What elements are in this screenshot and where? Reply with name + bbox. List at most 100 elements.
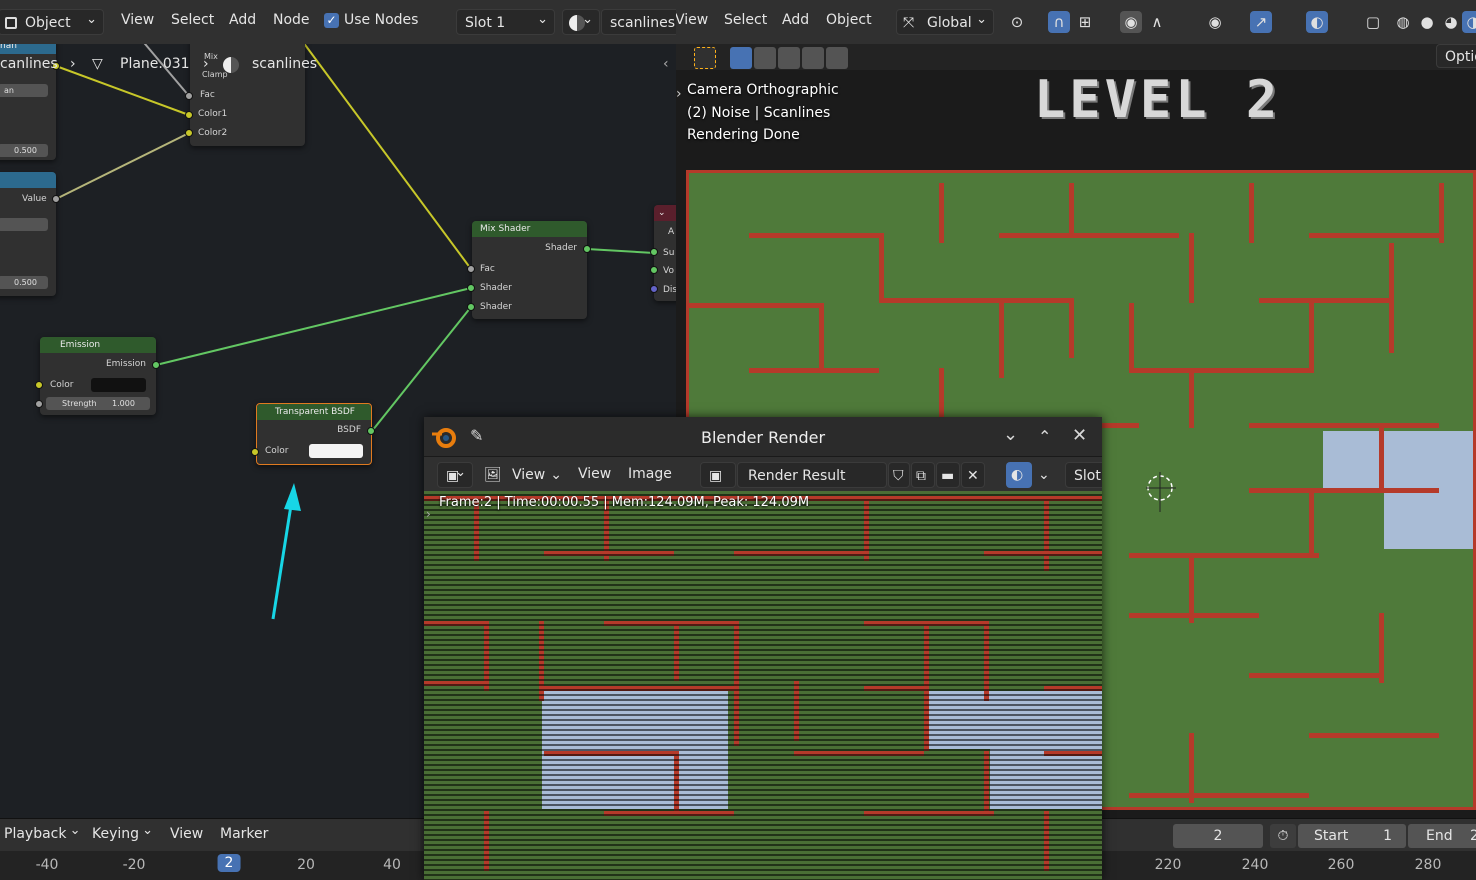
emission-node[interactable]: Emission Emission Color Strength 1.000 (40, 337, 156, 415)
minimize-icon[interactable]: ⌄ (1003, 424, 1018, 445)
select-mode-new-icon[interactable] (730, 47, 752, 69)
menu-add[interactable]: Add (782, 12, 809, 28)
proportional-edit-icon[interactable]: ◉ (1120, 11, 1142, 33)
duplicate-icon[interactable]: ⧉ (911, 462, 935, 488)
blender-render-window[interactable]: ✎ Blender Render ⌄ ⌃ ✕ ▣ 🖼 View⌄ View Im… (424, 417, 1102, 880)
start-frame-field[interactable]: Start 1 (1298, 824, 1406, 848)
image-browse-button[interactable]: ▣ (700, 462, 736, 488)
socket[interactable] (185, 111, 193, 119)
chevron-down-icon[interactable]: ⌄ (1034, 462, 1054, 488)
socket[interactable] (650, 285, 658, 293)
3d-cursor-icon[interactable] (1146, 472, 1176, 512)
pin-icon[interactable]: ✎ (470, 426, 483, 445)
menu-view[interactable]: View (170, 826, 203, 842)
maze-wall (1389, 243, 1394, 353)
use-nodes-toggle[interactable]: ✓ Use Nodes (324, 12, 418, 28)
falloff-icon[interactable]: ∧ (1146, 11, 1168, 33)
menu-keying[interactable]: Keying (92, 823, 159, 842)
maze-wall (1309, 493, 1314, 553)
gizmo-icon[interactable]: ↗ (1250, 11, 1272, 33)
transparent-bsdf-node[interactable]: Transparent BSDF BSDF Color (256, 403, 372, 465)
menu-select[interactable]: Select (171, 12, 214, 28)
overlays-icon[interactable]: ◐ (1306, 11, 1328, 33)
playhead-frame[interactable]: 2 (217, 854, 241, 872)
wireframe-shading-icon[interactable]: ◍ (1392, 11, 1414, 33)
editor-type-dropdown[interactable]: ▣ (437, 460, 473, 488)
select-mode-subtract-icon[interactable] (778, 47, 800, 69)
menu-object[interactable]: Object (826, 12, 872, 28)
select-tool-icon[interactable] (694, 47, 716, 69)
pivot-point-icon[interactable]: ⊙ (1006, 11, 1028, 33)
socket[interactable] (467, 265, 475, 273)
socket[interactable] (52, 195, 60, 203)
socket[interactable] (251, 448, 259, 456)
slot-dropdown[interactable]: Slot 1 (456, 7, 555, 35)
socket[interactable] (367, 427, 375, 435)
overlays-icon[interactable]: ◐ (1006, 462, 1032, 488)
menu-image[interactable]: Image (628, 466, 672, 482)
maximize-icon[interactable]: ⌃ (1038, 427, 1051, 446)
mode-dropdown[interactable]: Object (0, 7, 104, 35)
menu-marker[interactable]: Marker (220, 826, 268, 842)
current-frame-field[interactable]: 2 (1173, 824, 1263, 848)
material-browse-button[interactable] (562, 7, 600, 35)
material-shading-icon[interactable]: ◕ (1440, 11, 1462, 33)
select-mode-invert-icon[interactable] (802, 47, 824, 69)
socket[interactable] (583, 245, 591, 253)
socket[interactable] (35, 400, 43, 408)
breadcrumb-object[interactable]: Plane.031 (120, 56, 190, 72)
menu-playback[interactable]: Playback (4, 823, 86, 842)
socket[interactable] (152, 361, 160, 369)
breadcrumb-material[interactable]: scanlines (252, 56, 317, 72)
menu-node[interactable]: Node (273, 12, 310, 28)
menu-select[interactable]: Select (724, 12, 767, 28)
menu-view[interactable]: View (578, 466, 611, 482)
dropdown-field[interactable] (0, 218, 48, 231)
render-result-image[interactable] (424, 491, 1102, 880)
socket[interactable] (467, 303, 475, 311)
expand-chevron-icon[interactable]: › (676, 86, 682, 102)
orientation-dropdown[interactable]: ⤧ Global (896, 7, 994, 35)
close-icon[interactable]: ✕ (1072, 425, 1087, 446)
snap-target-icon[interactable]: ⊞ (1074, 11, 1096, 33)
open-folder-icon[interactable]: ▬ (936, 462, 960, 488)
slot-dropdown[interactable]: Slot (1065, 462, 1102, 488)
image-name-field[interactable]: Render Result (737, 462, 887, 488)
select-mode-extend-icon[interactable] (754, 47, 776, 69)
strength-field[interactable]: Strength 1.000 (46, 397, 150, 410)
socket[interactable] (185, 92, 193, 100)
mix-shader-node[interactable]: Mix Shader Shader Fac Shader Shader (472, 221, 587, 319)
socket[interactable] (467, 284, 475, 292)
dropdown-field[interactable]: an (0, 84, 48, 97)
end-frame-field[interactable]: End 2 (1408, 824, 1476, 848)
options-dropdown[interactable]: Optio (1436, 44, 1476, 68)
fake-user-shield-icon[interactable]: ⛉ (888, 462, 910, 488)
material-name-field[interactable]: scanlines (601, 9, 676, 35)
sidebar-toggle-icon[interactable]: ‹ (663, 56, 669, 72)
socket-label: BSDF (337, 425, 361, 435)
color-swatch[interactable] (91, 378, 146, 392)
unlink-x-icon[interactable]: ✕ (961, 462, 985, 488)
expand-chevron-icon[interactable]: › (426, 507, 431, 521)
partial-node-left-2[interactable]: Value 0.500 (0, 172, 56, 296)
maze-wall (1189, 233, 1194, 303)
view-mode-dropdown[interactable]: 🖼 View ⌄ (480, 462, 564, 488)
stopwatch-icon[interactable]: ⏱ (1270, 824, 1296, 848)
menu-view[interactable]: View (121, 12, 154, 28)
color-swatch[interactable] (309, 444, 363, 458)
solid-shading-icon[interactable]: ● (1416, 11, 1438, 33)
visibility-eye-icon[interactable]: ◉ (1204, 11, 1226, 33)
rendered-shading-icon[interactable]: ◑ (1462, 11, 1476, 33)
select-mode-intersect-icon[interactable] (826, 47, 848, 69)
value-field[interactable]: 0.500 (0, 144, 48, 157)
snap-icon[interactable]: ∩ (1048, 11, 1070, 33)
value-field[interactable]: 0.500 (0, 276, 48, 289)
socket[interactable] (35, 381, 43, 389)
menu-view[interactable]: View (676, 12, 708, 28)
menu-add[interactable]: Add (229, 12, 256, 28)
socket[interactable] (650, 248, 658, 256)
mix-node[interactable]: Mix Clamp Fac Color1 Color2 (190, 38, 305, 146)
xray-icon[interactable]: ▢ (1362, 11, 1384, 33)
socket[interactable] (185, 129, 193, 137)
socket[interactable] (650, 266, 658, 274)
